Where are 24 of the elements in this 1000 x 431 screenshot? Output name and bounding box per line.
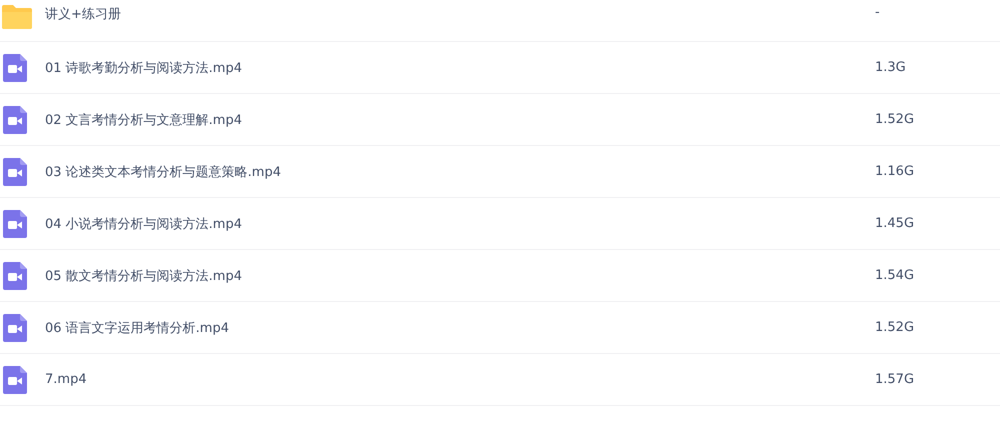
file-size: 1.3G: [875, 60, 906, 75]
file-name[interactable]: 02 文言考情分析与文意理解.mp4: [45, 110, 875, 128]
file-name[interactable]: 04 小说考情分析与阅读方法.mp4: [45, 214, 875, 232]
video-file-icon: [3, 262, 27, 290]
video-file-icon: [3, 54, 27, 82]
file-size: 1.45G: [875, 216, 914, 231]
folder-icon: [2, 5, 32, 29]
video-file-icon: [3, 158, 27, 186]
video-file-icon: [3, 210, 27, 238]
file-size: -: [875, 5, 880, 20]
video-file-icon: [3, 314, 27, 342]
file-name[interactable]: 讲义+练习册: [45, 5, 875, 23]
file-size: 1.54G: [875, 268, 914, 283]
file-name[interactable]: 7.mp4: [45, 372, 875, 387]
file-name[interactable]: 03 论述类文本考情分析与题意策略.mp4: [45, 162, 875, 180]
file-size: 1.57G: [875, 372, 914, 387]
file-size: 1.16G: [875, 164, 914, 179]
video-file-icon: [3, 366, 27, 394]
file-name[interactable]: 06 语言文字运用考情分析.mp4: [45, 318, 875, 336]
video-file-icon: [3, 106, 27, 134]
file-name[interactable]: 01 诗歌考勤分析与阅读方法.mp4: [45, 58, 875, 76]
file-size: 1.52G: [875, 320, 914, 335]
file-name[interactable]: 05 散文考情分析与阅读方法.mp4: [45, 266, 875, 284]
file-size: 1.52G: [875, 112, 914, 127]
